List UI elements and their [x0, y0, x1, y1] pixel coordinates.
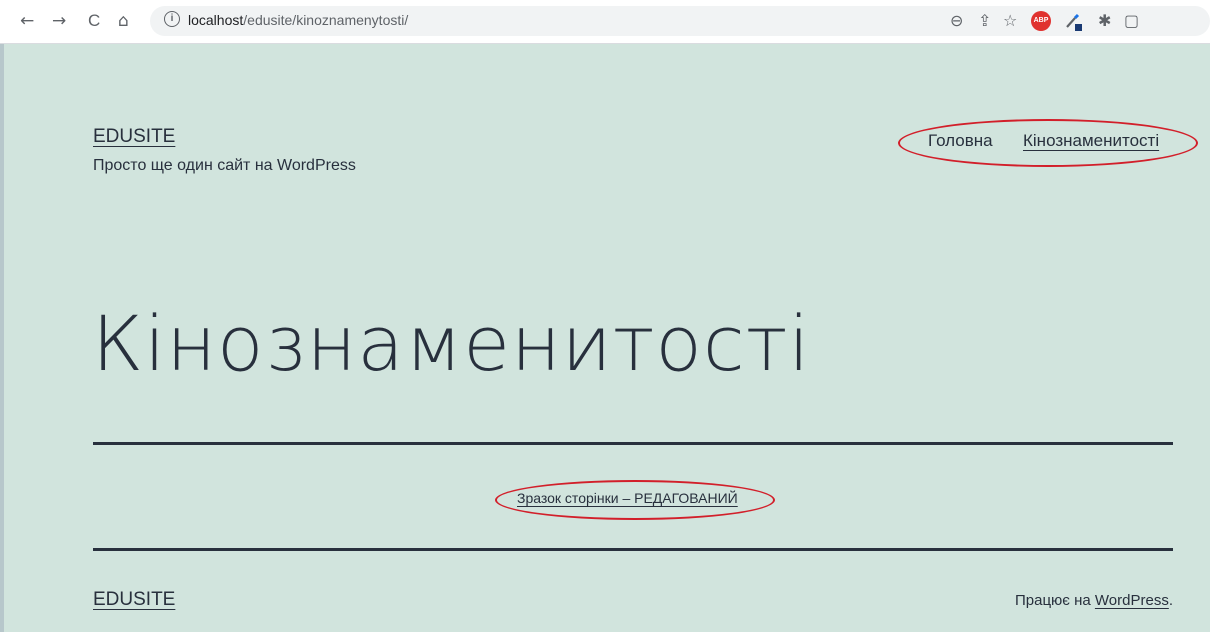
annotation-ellipse-menu — [898, 119, 1198, 167]
wordpress-link[interactable]: WordPress — [1095, 592, 1169, 609]
powered-by-text: Працює на WordPress. — [1015, 592, 1173, 609]
share-icon[interactable]: ⇪ — [978, 12, 991, 30]
footer-site-title-link[interactable]: EDUSITE — [93, 589, 175, 611]
page-title: Кінознаменитості — [92, 299, 811, 388]
url-text[interactable]: localhost/edusite/kinoznamenytosti/ — [188, 12, 408, 28]
bookmark-star-icon[interactable]: ☆ — [1003, 12, 1017, 30]
url-host: localhost — [188, 12, 244, 28]
browser-toolbar: ← → C ⌂ i localhost/edusite/kinoznamenyt… — [0, 0, 1210, 44]
site-tagline: Просто ще один сайт на WordPress — [93, 157, 356, 174]
powered-prefix: Працює на — [1014, 592, 1095, 609]
url-path: /edusite/kinoznamenytosti/ — [243, 12, 409, 28]
site-title-link[interactable]: EDUSITE — [93, 126, 175, 148]
extensions-icon[interactable]: ✱ — [1098, 12, 1111, 30]
site-info-icon[interactable]: i — [164, 11, 180, 27]
separator-bottom — [93, 548, 1173, 551]
reload-icon[interactable]: C — [88, 11, 100, 31]
adblock-icon[interactable]: ABP — [1031, 11, 1051, 31]
zoom-icon[interactable]: ⊖ — [950, 12, 963, 30]
home-icon[interactable]: ⌂ — [118, 11, 129, 31]
window-edge — [0, 44, 4, 632]
side-panel-icon[interactable]: ▢ — [1124, 12, 1139, 30]
annotation-ellipse-content — [495, 480, 775, 520]
separator-top — [93, 442, 1173, 445]
back-icon[interactable]: ← — [20, 11, 34, 31]
eyedropper-extension-icon[interactable] — [1064, 12, 1084, 36]
powered-suffix: . — [1168, 592, 1173, 609]
forward-icon[interactable]: → — [52, 11, 66, 31]
